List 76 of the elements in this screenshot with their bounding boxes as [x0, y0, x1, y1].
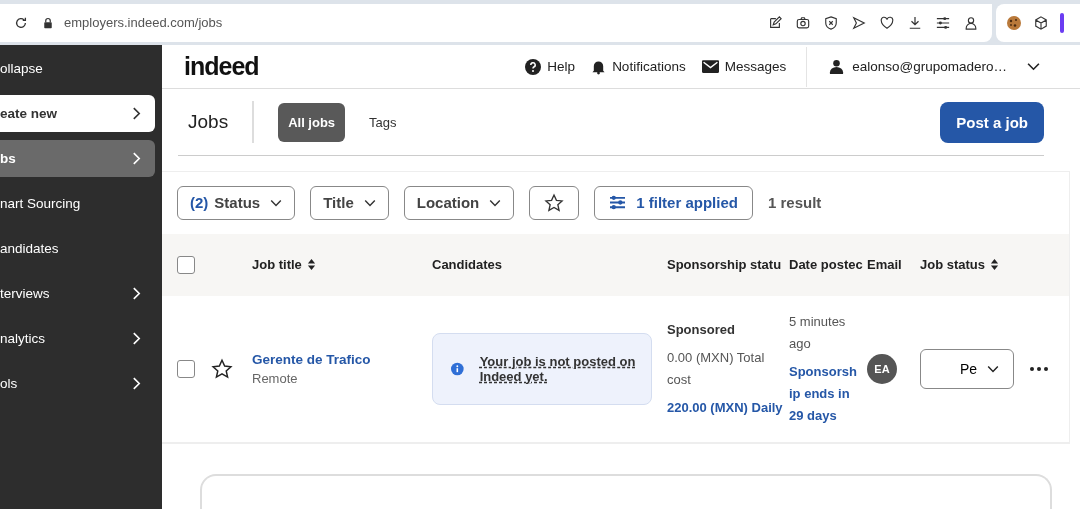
row-checkbox[interactable] — [177, 359, 195, 378]
help-icon — [525, 58, 542, 75]
person-icon — [829, 59, 845, 75]
favorites-filter-button[interactable] — [529, 185, 580, 220]
chevron-down-icon — [1027, 62, 1040, 72]
header-link[interactable]: Messages — [701, 59, 787, 75]
chevron-down-icon — [987, 364, 999, 373]
column-header: Sponsorship statu — [667, 257, 783, 273]
envelope-icon — [701, 60, 719, 74]
sponsorship-status: Sponsored — [667, 320, 736, 339]
shield-icon[interactable] — [824, 15, 838, 30]
sidebar-item[interactable]: nart Sourcing — [0, 185, 155, 222]
daily-budget[interactable]: 220.00 (MXN) Daily — [667, 396, 789, 419]
sidebar-item[interactable]: ollapse — [0, 50, 155, 87]
sliders-icon — [609, 195, 627, 211]
notice-text[interactable]: Your job is not posted on Indeed yet. — [479, 353, 639, 384]
sponsorship-end-link[interactable]: Sponsorship ends in 29 days — [789, 360, 857, 427]
column-header: Email — [867, 257, 903, 273]
url-text[interactable]: employers.indeed.com/jobs — [64, 15, 223, 30]
sidebar-item[interactable]: eate new — [0, 95, 155, 132]
sidebar-item[interactable]: bs — [0, 140, 155, 177]
profile-indicator[interactable] — [1060, 12, 1064, 33]
filter-dropdown[interactable]: Title — [310, 185, 389, 220]
edit-icon[interactable] — [768, 15, 782, 30]
sidebar-item[interactable]: ols — [0, 365, 155, 402]
job-title-link[interactable]: Gerente de Trafico — [252, 351, 432, 367]
tab[interactable]: All jobs — [278, 102, 346, 142]
column-header[interactable]: Job status — [920, 257, 1030, 273]
reload-icon[interactable] — [14, 15, 28, 30]
chevron-down-icon — [363, 198, 376, 207]
cookie-icon[interactable] — [1006, 14, 1022, 31]
cube-icon[interactable] — [1034, 15, 1048, 30]
column-header[interactable]: Job title — [252, 257, 432, 273]
filter-applied-button[interactable]: 1 filter applied — [594, 185, 753, 220]
chevron-right-icon — [132, 332, 141, 345]
sidebar-item[interactable]: terviews — [0, 275, 155, 312]
chevron-right-icon — [132, 377, 141, 390]
chevron-right-icon — [132, 152, 141, 165]
filter-dropdown[interactable]: Location — [403, 185, 515, 220]
email-avatar: EA — [867, 353, 897, 384]
download-icon[interactable] — [908, 15, 922, 30]
total-cost: 0.00 (MXN) Total cost — [667, 348, 766, 389]
sort-icon — [990, 258, 999, 272]
filter-dropdown[interactable]: (2) Status — [177, 185, 296, 220]
post-job-button[interactable]: Post a job — [940, 101, 1044, 143]
star-icon — [544, 192, 565, 213]
result-count: 1 result — [767, 194, 822, 212]
lock-icon[interactable] — [42, 15, 54, 30]
page-title: Jobs — [188, 111, 229, 134]
select-all-checkbox[interactable] — [177, 255, 195, 274]
more-options-icon[interactable] — [1030, 366, 1048, 371]
camera-icon[interactable] — [796, 15, 810, 30]
star-icon[interactable] — [211, 357, 233, 380]
account-menu[interactable]: ealonso@grupomadero… — [829, 59, 1040, 75]
address-bar[interactable]: employers.indeed.com/jobs — [0, 3, 992, 42]
sort-icon — [306, 258, 316, 272]
chevron-right-icon — [132, 287, 141, 300]
job-status-dropdown[interactable]: Pe — [920, 348, 1014, 389]
job-location: Remote — [252, 370, 299, 386]
column-header: Date postec — [789, 257, 864, 273]
header-link[interactable]: Help — [525, 58, 576, 75]
column-header: Candidates — [432, 257, 504, 273]
chevron-down-icon — [270, 198, 283, 207]
chevron-down-icon — [489, 198, 502, 207]
sidebar-item[interactable]: nalytics — [0, 320, 155, 357]
heart-icon[interactable] — [880, 15, 894, 30]
tab[interactable]: Tags — [359, 102, 407, 142]
sliders-icon[interactable] — [936, 15, 950, 30]
sidebar-item[interactable]: andidates — [0, 230, 155, 267]
profile-icon[interactable] — [964, 15, 978, 30]
send-icon[interactable] — [852, 15, 866, 30]
indeed-logo[interactable]: indeed — [184, 52, 259, 82]
date-posted: 5 minutes ago — [789, 312, 847, 353]
header-link[interactable]: Notifications — [591, 58, 686, 75]
bell-icon — [591, 58, 607, 75]
chevron-right-icon — [132, 107, 141, 120]
